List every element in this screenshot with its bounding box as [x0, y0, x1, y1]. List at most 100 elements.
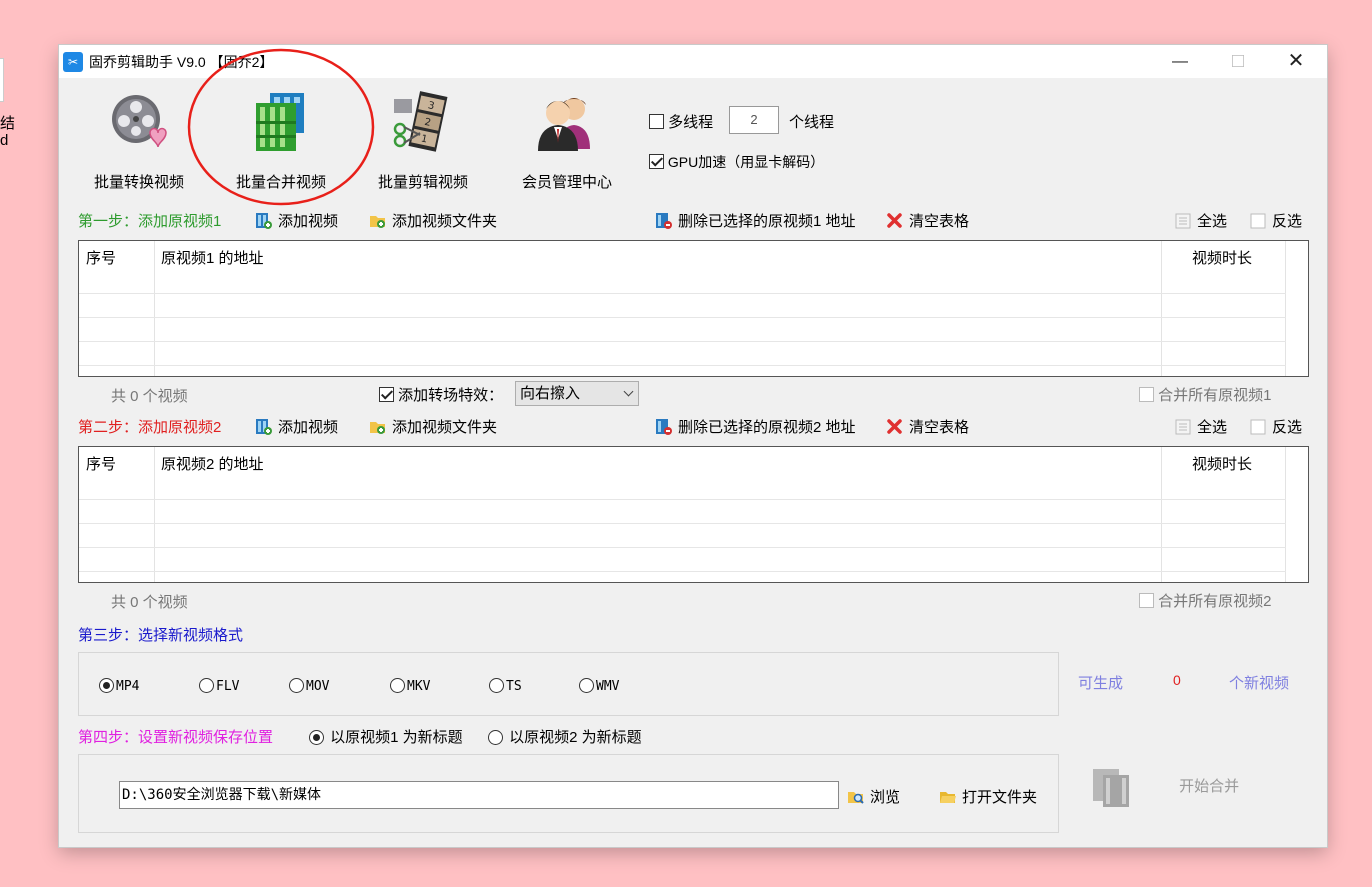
step1-merge-all-option[interactable]: 合并所有原视频1: [1139, 384, 1272, 405]
multithread-label: 多线程: [668, 114, 714, 131]
step1-invert-button[interactable]: 反选: [1249, 210, 1302, 231]
browse-button[interactable]: 浏览: [847, 786, 900, 807]
column-divider: [1285, 447, 1286, 582]
step1-video-table[interactable]: 序号 原视频1 的地址 视频时长: [78, 240, 1309, 377]
format-option-flv[interactable]: FLV: [199, 678, 239, 694]
desktop-label-fragment-2: d: [0, 132, 9, 149]
step2-merge-all-option[interactable]: 合并所有原视频2: [1139, 590, 1272, 611]
merge-all-1-checkbox[interactable]: [1139, 387, 1154, 402]
step2-add-video-button[interactable]: 添加视频: [255, 416, 338, 437]
step2-video-table[interactable]: 序号 原视频2 的地址 视频时长: [78, 446, 1309, 583]
toolbar-member-button[interactable]: 会员管理中心: [507, 89, 627, 192]
gpu-option[interactable]: GPU加速（用显卡解码）: [649, 152, 824, 172]
column-divider: [154, 447, 155, 582]
format-radio[interactable]: [199, 678, 214, 693]
format-option-mp4[interactable]: MP4: [99, 678, 139, 694]
title-option-1[interactable]: 以原视频1 为新标题: [309, 726, 463, 747]
folder-add-icon: [370, 422, 385, 434]
step2-add-folder-button[interactable]: 添加视频文件夹: [369, 416, 497, 437]
format-label: TS: [506, 679, 522, 694]
start-merge-button[interactable]: 开始合并: [1089, 765, 1239, 809]
format-option-ts[interactable]: TS: [489, 678, 522, 694]
close-button[interactable]: ✕: [1267, 45, 1325, 78]
transition-selected-value: 向右擦入: [520, 385, 581, 402]
toolbar-label: 批量剪辑视频: [377, 174, 468, 191]
format-option-mov[interactable]: MOV: [289, 678, 329, 694]
column-header-index: 序号: [86, 456, 117, 473]
step1-count: 共 0 个视频: [111, 388, 188, 405]
column-divider: [1161, 241, 1162, 376]
format-radio[interactable]: [579, 678, 594, 693]
transition-effect-select[interactable]: 向右擦入: [515, 381, 639, 406]
row-divider: [79, 341, 1286, 342]
merge-all-2-label: 合并所有原视频2: [1158, 593, 1272, 610]
format-option-mkv[interactable]: MKV: [390, 678, 430, 694]
folder-add-icon: [370, 216, 385, 228]
save-path-input[interactable]: D:\360安全浏览器下载\新媒体: [119, 781, 839, 809]
format-radio[interactable]: [489, 678, 504, 693]
invert-label: 反选: [1272, 419, 1303, 436]
title-radio[interactable]: [488, 730, 503, 745]
format-radio[interactable]: [390, 678, 405, 693]
toolbar-convert-button[interactable]: 批量转换视频: [79, 89, 199, 192]
gpu-checkbox[interactable]: [649, 154, 664, 169]
open-folder-icon: [940, 792, 956, 803]
add-folder-label: 添加视频文件夹: [392, 213, 498, 230]
format-option-wmv[interactable]: WMV: [579, 678, 619, 694]
format-label: MKV: [407, 679, 431, 694]
highlight-circle-annotation: [187, 48, 375, 206]
row-divider: [79, 365, 1286, 366]
thread-count-input[interactable]: 2: [729, 106, 779, 134]
step2-label: 第二步：添加原视频2: [78, 419, 222, 436]
multithread-option[interactable]: 多线程: [649, 111, 713, 132]
row-divider: [79, 571, 1286, 572]
format-label: MOV: [306, 679, 330, 694]
step2-invert-button[interactable]: 反选: [1249, 416, 1302, 437]
invert-select-icon: [1250, 213, 1266, 229]
merge-all-2-checkbox[interactable]: [1139, 593, 1154, 608]
step1-select-all-button[interactable]: 全选: [1174, 210, 1227, 231]
step1-add-video-button[interactable]: 添加视频: [255, 210, 338, 231]
format-label: FLV: [216, 679, 240, 694]
minimize-button[interactable]: —: [1151, 45, 1209, 78]
column-divider: [154, 241, 155, 376]
clear-table-label: 清空表格: [909, 419, 970, 436]
step1-clear-table-button[interactable]: 清空表格: [886, 210, 969, 231]
transition-option[interactable]: 添加转场特效：: [379, 384, 503, 405]
desktop-icon-fragment: [0, 58, 4, 102]
maximize-button[interactable]: □: [1209, 45, 1267, 78]
step1-delete-selected-button[interactable]: 删除已选择的原视频1 地址: [655, 210, 856, 231]
add-folder-label: 添加视频文件夹: [392, 419, 498, 436]
toolbar-cut-button[interactable]: 3 2 1 批量剪辑视频: [363, 89, 483, 192]
invert-select-icon: [1250, 419, 1266, 435]
clear-table-label: 清空表格: [909, 213, 970, 230]
title-radio[interactable]: [309, 730, 324, 745]
open-folder-button[interactable]: 打开文件夹: [939, 786, 1037, 807]
title-option-2[interactable]: 以原视频2 为新标题: [488, 726, 642, 747]
row-divider: [79, 317, 1286, 318]
format-radio[interactable]: [99, 678, 114, 693]
step2-select-all-button[interactable]: 全选: [1174, 416, 1227, 437]
film-delete-icon: [656, 213, 672, 229]
row-divider: [79, 523, 1286, 524]
step2-clear-table-button[interactable]: 清空表格: [886, 416, 969, 437]
gpu-label: GPU加速（用显卡解码）: [667, 154, 825, 170]
multithread-checkbox[interactable]: [649, 114, 664, 129]
step1-add-folder-button[interactable]: 添加视频文件夹: [369, 210, 497, 231]
step2-delete-selected-button[interactable]: 删除已选择的原视频2 地址: [655, 416, 856, 437]
format-radio[interactable]: [289, 678, 304, 693]
add-video-label: 添加视频: [278, 419, 339, 436]
thread-unit-label: 个线程: [789, 114, 835, 131]
film-add-icon: [256, 213, 272, 229]
select-all-icon: [1175, 419, 1191, 435]
clear-x-icon: [887, 213, 902, 228]
step3-label: 第三步：选择新视频格式: [78, 627, 244, 644]
row-divider: [79, 547, 1286, 548]
transition-checkbox[interactable]: [379, 387, 394, 402]
invert-label: 反选: [1272, 213, 1303, 230]
step4-label: 第四步：设置新视频保存位置: [78, 729, 274, 746]
film-reel-heart-icon: [112, 95, 167, 148]
merge-all-1-label: 合并所有原视频1: [1158, 387, 1272, 404]
film-delete-icon: [656, 419, 672, 435]
merge-film-icon: [1093, 769, 1129, 807]
